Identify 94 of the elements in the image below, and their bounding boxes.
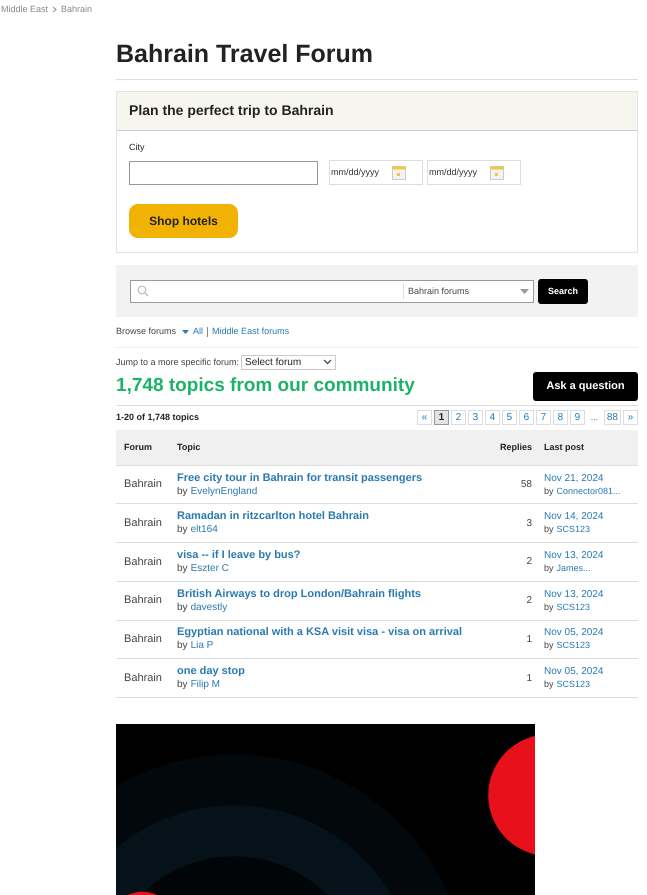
page-link[interactable]: 5	[502, 410, 517, 425]
browse-label: Browse forums	[116, 325, 176, 338]
by-label: by	[544, 639, 554, 652]
topic-link[interactable]: Free city tour in Bahrain for transit passengers	[177, 472, 477, 485]
author-link[interactable]: SCS123	[556, 678, 590, 690]
last-post-date[interactable]: Nov 14, 2024	[544, 511, 604, 524]
search-icon	[137, 285, 149, 298]
topic-link[interactable]: Egyptian national with a KSA visit visa - visa on arrival	[177, 626, 477, 640]
topic-link[interactable]: British Airways to drop London/Bahrain flights	[177, 588, 477, 601]
breadcrumb-link[interactable]: Middle East	[1, 3, 48, 16]
breadcrumb-link[interactable]: Bahrain	[61, 3, 92, 16]
author-link[interactable]: elt164	[190, 523, 218, 536]
date-field[interactable]: mm/dd/yyyy	[329, 160, 423, 186]
pagination-ellipsis: ...	[590, 411, 600, 424]
replies-cell-text: 58	[520, 478, 532, 492]
by-label: by	[177, 523, 188, 536]
by-label: by	[544, 562, 554, 574]
author-link[interactable]: Connector081...	[556, 484, 621, 497]
column-header: Last post	[544, 440, 584, 454]
by-label: by	[544, 484, 554, 497]
by-label: by	[544, 678, 554, 690]
date-placeholder: mm/dd/yyyy	[429, 166, 478, 179]
author-link[interactable]: Filip M	[190, 678, 220, 692]
by-label: by	[177, 678, 188, 692]
author-link[interactable]: davestly	[190, 600, 228, 614]
forum-scope-select[interactable]: Bahrain forums	[403, 284, 533, 299]
last-post-date[interactable]: Nov 13, 2024	[544, 588, 604, 601]
column-header: Replies	[498, 440, 532, 454]
caret-down-icon	[182, 330, 190, 334]
forum-select[interactable]: Select forum	[241, 354, 336, 370]
replies-cell-text: 2	[525, 555, 532, 570]
author-link[interactable]: SCS123	[556, 523, 590, 536]
calendar-icon	[392, 166, 406, 180]
forum-cell-text: Bahrain	[123, 477, 163, 492]
forum-cell-text: Bahrain	[123, 632, 163, 648]
last-post-date[interactable]: Nov 13, 2024	[544, 550, 604, 562]
replies-cell-text: 1	[525, 632, 532, 647]
chevron-down-icon	[323, 359, 332, 366]
replies-cell-text: 2	[525, 594, 532, 608]
by-label: by	[544, 600, 554, 613]
page-link[interactable]: 1	[434, 410, 449, 425]
calendar-icon	[490, 166, 504, 180]
ask-question-button[interactable]: Ask a question	[533, 372, 638, 401]
page-title: Bahrain Travel Forum	[116, 38, 638, 80]
chevron-right-icon	[52, 6, 58, 14]
topic-link[interactable]: Ramadan in ritzcarlton hotel Bahrain	[177, 510, 477, 524]
date-field[interactable]: mm/dd/yyyy	[427, 160, 521, 186]
jump-label: Jump to a more specific forum:	[116, 356, 240, 369]
page-link[interactable]: »	[623, 410, 638, 425]
page-link[interactable]: «	[416, 410, 432, 425]
page-link[interactable]: 4	[484, 410, 500, 425]
search-button[interactable]: Search	[538, 278, 588, 304]
author-link[interactable]: Eszter C	[190, 562, 229, 575]
city-field[interactable]	[129, 160, 318, 185]
column-header: Topic	[177, 440, 202, 454]
topic-link[interactable]: one day stop	[177, 665, 477, 678]
caret-down-icon	[520, 288, 529, 294]
forum-link[interactable]: All	[193, 325, 204, 339]
column-header: Forum	[123, 440, 153, 454]
last-post-date[interactable]: Nov 05, 2024	[544, 666, 604, 678]
page-link[interactable]: 6	[518, 410, 534, 425]
forum-cell-text: Bahrain	[123, 516, 163, 532]
topic-link[interactable]: visa -- if I leave by bus?	[177, 548, 477, 562]
search-field[interactable]: Bahrain forums	[130, 280, 534, 303]
planner-heading: Plan the perfect trip to Bahrain	[129, 102, 334, 118]
by-label: by	[544, 523, 554, 536]
page-link[interactable]: 9	[570, 410, 585, 425]
page-link[interactable]: 2	[450, 410, 466, 425]
author-link[interactable]: James...	[556, 562, 591, 574]
author-link[interactable]: EvelynEngland	[190, 484, 258, 498]
page-link[interactable]: 7	[536, 410, 551, 425]
topic-count: 1-20 of 1,748 topics	[116, 410, 200, 424]
replies-cell-text: 1	[525, 672, 532, 686]
by-label: by	[177, 600, 188, 614]
author-link[interactable]: Lia P	[190, 639, 214, 652]
by-label: by	[177, 484, 188, 498]
replies-cell-text: 3	[525, 516, 532, 531]
date-placeholder: mm/dd/yyyy	[331, 166, 380, 179]
last-post-date[interactable]: Nov 21, 2024	[544, 472, 621, 485]
page-link[interactable]: 3	[468, 410, 483, 425]
shop-hotels-button[interactable]: Shop hotels	[129, 204, 238, 238]
last-post-date[interactable]: Nov 05, 2024	[544, 627, 604, 640]
page-link[interactable]: 8	[552, 410, 568, 425]
page-link[interactable]: 88	[604, 410, 621, 425]
by-label: by	[177, 562, 188, 575]
by-label: by	[177, 639, 188, 652]
forum-cell-text: Bahrain	[123, 593, 163, 608]
author-link[interactable]: SCS123	[556, 600, 590, 613]
topics-headline: 1,748 topics from our community	[116, 374, 415, 398]
forum-cell-text: Bahrain	[123, 554, 163, 570]
forum-cell-text: Bahrain	[123, 670, 163, 686]
forum-link[interactable]: Middle East forums	[212, 325, 290, 339]
author-link[interactable]: SCS123	[556, 639, 590, 652]
city-label: City	[129, 140, 146, 154]
